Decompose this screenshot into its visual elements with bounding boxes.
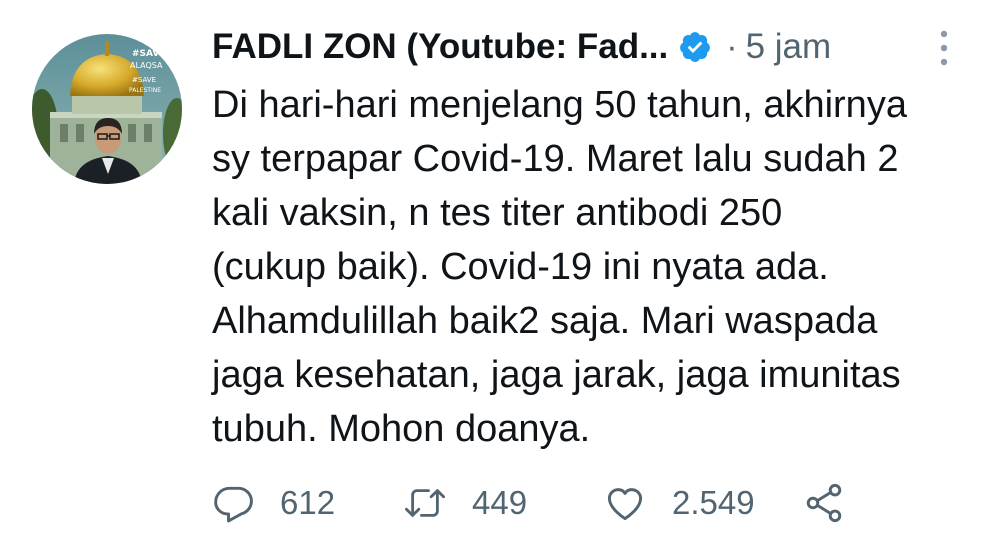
tweet-time[interactable]: 5 jam [746,27,832,67]
svg-text:ALAQSA: ALAQSA [130,61,163,70]
tweet-text-line: Alhamdulillah baik2 saja. Mari waspada [212,300,878,342]
like-icon [607,488,643,521]
retweet-count: 449 [472,484,528,521]
reply-button[interactable]: 612 [212,481,402,525]
share-button[interactable] [802,481,852,525]
tweet-text: Di hari-hari menjelang 50 tahun, akhirny… [212,78,972,456]
more-vertical-icon[interactable] [934,26,954,70]
svg-text:PALESTINE: PALESTINE [129,87,161,94]
tweet-text-line: tubuh. Mohon doanya. [212,408,591,450]
tweet-text-line: jaga kesehatan, jaga jarak, jaga imunita… [212,354,901,396]
retweet-button[interactable]: 449 [402,481,602,525]
tweet[interactable]: #SAVE ALAQSA #SAVE PALESTINE FADLI ZON (… [0,0,1000,552]
tweet-text-line: kali vaksin, n tes titer antibodi 250 [212,192,783,234]
tweet-text-line: Di hari-hari menjelang 50 tahun, akhirny… [212,84,907,126]
verified-badge-icon [680,32,711,62]
svg-text:#SAVE: #SAVE [132,49,166,59]
tweet-actions: 612 449 2.549 [212,478,852,528]
reply-icon [214,486,253,523]
reply-count: 612 [280,484,336,521]
tweet-text-line: (cukup baik). Covid-19 ini nyata ada. [212,246,829,288]
retweet-icon [405,489,445,517]
separator-dot: · [726,27,738,66]
share-icon [806,483,842,523]
display-name[interactable]: FADLI ZON (Youtube: Fad... [212,27,668,67]
tweet-header: FADLI ZON (Youtube: Fad... · 5 jam [212,22,831,72]
like-count: 2.549 [672,484,755,521]
tweet-text-line: sy terpapar Covid-19. Maret lalu sudah 2 [212,138,899,180]
svg-text:#SAVE: #SAVE [132,76,156,84]
like-button[interactable]: 2.549 [602,481,802,525]
avatar[interactable]: #SAVE ALAQSA #SAVE PALESTINE [32,34,182,184]
